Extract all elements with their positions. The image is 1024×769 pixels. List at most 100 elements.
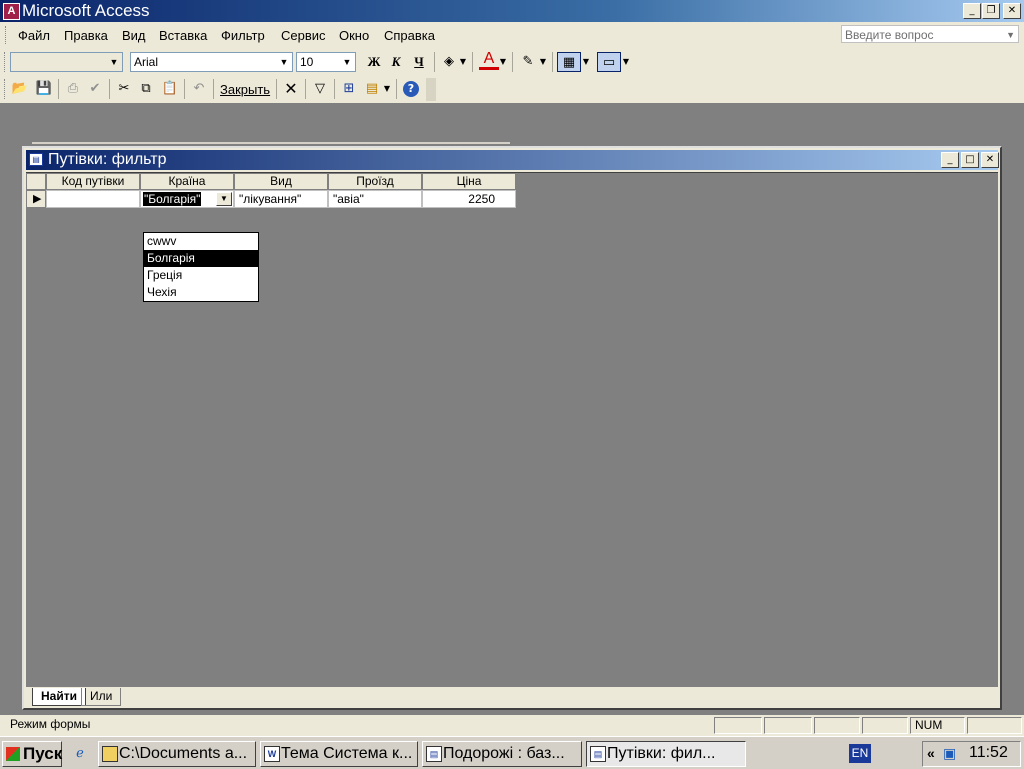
menu-tools[interactable]: Сервис — [281, 28, 326, 43]
task-database[interactable]: ▤ Подорожі : баз... — [422, 741, 582, 767]
tray-expand-icon[interactable]: « — [927, 745, 935, 761]
undo-icon[interactable]: ↶ — [189, 79, 209, 99]
open-folder-icon[interactable]: 📂 — [10, 79, 30, 99]
task-explorer[interactable]: C:\Documents a... — [98, 741, 256, 767]
task-label: Тема Система к... — [281, 745, 413, 762]
dropdown-option-selected[interactable]: Болгарія — [144, 250, 258, 267]
help-icon[interactable]: ? — [403, 81, 419, 97]
fill-color-icon[interactable]: ◈ — [439, 52, 459, 72]
toolbar-grip[interactable] — [4, 52, 8, 72]
close-filter-button[interactable]: Закрыть — [220, 82, 270, 97]
chevron-down-icon[interactable]: ▼ — [1006, 26, 1015, 44]
minimize-button[interactable]: _ — [963, 3, 981, 19]
font-combo[interactable]: Arial ▼ — [130, 52, 293, 72]
spelling-icon[interactable]: ✔ — [85, 79, 105, 99]
gridlines-icon[interactable]: ▦ — [557, 52, 581, 72]
font-color-button[interactable]: A — [479, 50, 499, 70]
cell-country[interactable]: "Болгарія" ▼ — [140, 190, 234, 208]
cell-price[interactable]: 2250 — [422, 190, 516, 208]
filter-window-titlebar[interactable]: ▤ Путівки: фильтр _ □ ✕ — [26, 150, 999, 170]
access-app-icon[interactable]: A — [3, 3, 20, 20]
italic-button[interactable]: К — [386, 52, 406, 72]
clear-grid-icon[interactable]: ✕ — [281, 79, 301, 99]
dropdown-option[interactable]: Чехія — [144, 284, 258, 301]
ask-question-input[interactable]: Введите вопрос ▼ — [841, 25, 1019, 43]
menu-filter[interactable]: Фильтр — [221, 28, 265, 43]
chevron-down-icon[interactable]: ▼ — [277, 54, 291, 70]
close-button[interactable]: ✕ — [1003, 3, 1021, 19]
menu-file[interactable]: Файл — [18, 28, 50, 43]
cut-icon[interactable]: ✂ — [114, 79, 134, 99]
column-header-country[interactable]: Країна — [140, 173, 234, 190]
task-word[interactable]: W Тема Система к... — [260, 741, 418, 767]
toolbar-separator — [213, 79, 214, 99]
font-size-combo[interactable]: 10 ▼ — [296, 52, 356, 72]
language-indicator[interactable]: EN — [849, 744, 871, 763]
tab-find[interactable]: Найти — [32, 688, 86, 706]
task-filter-form[interactable]: ▤ Путівки: фил... — [586, 741, 746, 767]
hidden-window-edge — [32, 142, 510, 144]
save-icon[interactable]: 💾 — [34, 79, 54, 99]
chevron-down-icon[interactable]: ▼ — [216, 192, 232, 206]
cell-kind[interactable]: "лікування" — [234, 190, 328, 208]
network-icon[interactable]: ▣ — [943, 745, 956, 762]
cell-transport[interactable]: "авіа" — [328, 190, 422, 208]
special-effect-icon[interactable]: ▭ — [597, 52, 621, 72]
column-header-transport[interactable]: Проїзд — [328, 173, 422, 190]
column-header-code[interactable]: Код путівки — [46, 173, 140, 190]
paste-icon[interactable]: 📋 — [160, 79, 180, 99]
status-panel — [814, 717, 860, 734]
new-object-icon[interactable]: ▤ — [362, 79, 382, 99]
menu-help[interactable]: Справка — [384, 28, 435, 43]
chevron-down-icon[interactable]: ▼ — [107, 54, 121, 70]
dropdown-option[interactable]: cwwv — [144, 233, 258, 250]
cell-code[interactable] — [46, 190, 140, 208]
underline-button[interactable]: Ч — [409, 52, 429, 72]
menu-edit[interactable]: Правка — [64, 28, 108, 43]
object-combo[interactable]: ▼ — [10, 52, 123, 72]
chevron-down-icon[interactable]: ▼ — [538, 52, 548, 72]
toolbar-options-icon[interactable] — [426, 78, 436, 101]
print-icon[interactable]: ⎙ — [63, 79, 83, 99]
internet-explorer-icon[interactable]: ℯ — [70, 744, 90, 764]
chevron-down-icon[interactable]: ▼ — [340, 54, 354, 70]
tab-or[interactable]: Или — [81, 688, 122, 706]
word-doc-icon: W — [264, 746, 280, 762]
row-selector-header[interactable] — [26, 173, 46, 190]
chevron-down-icon[interactable]: ▼ — [621, 52, 631, 72]
country-dropdown-list[interactable]: cwwv Болгарія Греція Чехія — [143, 232, 259, 302]
apply-filter-icon[interactable]: ▽ — [310, 79, 330, 99]
chevron-down-icon[interactable]: ▼ — [382, 79, 392, 99]
menu-insert[interactable]: Вставка — [159, 28, 207, 43]
task-label: Путівки: фил... — [607, 745, 716, 762]
form-icon[interactable]: ▤ — [29, 153, 43, 166]
child-maximize-button[interactable]: □ — [961, 152, 979, 168]
windows-logo-icon — [6, 747, 20, 761]
toolbar-separator — [472, 52, 473, 72]
line-color-icon[interactable]: ✎ — [518, 52, 538, 72]
menu-grip[interactable] — [5, 26, 9, 44]
chevron-down-icon[interactable]: ▼ — [498, 52, 508, 72]
status-panel — [862, 717, 908, 734]
status-panel — [764, 717, 812, 734]
child-close-button[interactable]: ✕ — [981, 152, 999, 168]
restore-button[interactable]: ❐ — [982, 3, 1000, 19]
child-minimize-button[interactable]: _ — [941, 152, 959, 168]
app-titlebar[interactable]: A Microsoft Access _ ❐ ✕ — [0, 0, 1024, 22]
chevron-down-icon[interactable]: ▼ — [581, 52, 591, 72]
current-record-arrow-icon[interactable]: ▶ — [26, 190, 46, 208]
start-button[interactable]: Пуск — [2, 741, 62, 767]
copy-icon[interactable]: ⧉ — [136, 79, 156, 99]
column-header-kind[interactable]: Вид — [234, 173, 328, 190]
menu-view[interactable]: Вид — [122, 28, 146, 43]
clock[interactable]: 11:52 — [969, 744, 1008, 762]
menu-window[interactable]: Окно — [339, 28, 369, 43]
toolbar-grip[interactable] — [4, 79, 8, 99]
system-tray: « ▣ 11:52 — [922, 741, 1021, 767]
column-header-price[interactable]: Ціна — [422, 173, 516, 190]
task-label: Подорожі : баз... — [443, 745, 565, 762]
chevron-down-icon[interactable]: ▼ — [458, 52, 468, 72]
database-window-icon[interactable]: ⊞ — [339, 79, 359, 99]
bold-button[interactable]: Ж — [364, 52, 384, 72]
dropdown-option[interactable]: Греція — [144, 267, 258, 284]
